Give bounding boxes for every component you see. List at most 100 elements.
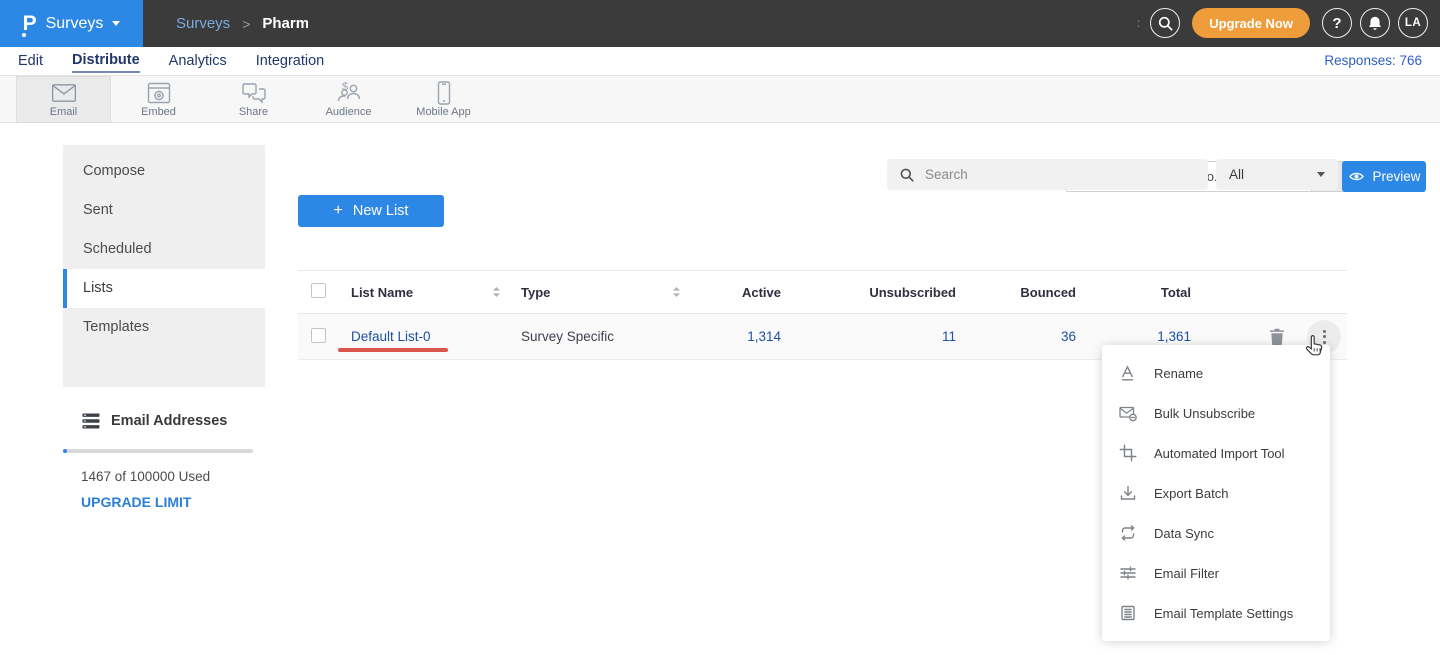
email-addresses-panel: Email Addresses 1467 of 100000 Used UPGR… bbox=[63, 387, 265, 510]
menu-item-export-batch[interactable]: Export Batch bbox=[1102, 473, 1330, 513]
channel-share[interactable]: Share bbox=[206, 76, 301, 123]
menu-item-label: Rename bbox=[1154, 366, 1203, 381]
upgrade-now-button[interactable]: Upgrade Now bbox=[1192, 8, 1310, 38]
unsubscribed-count[interactable]: 11 bbox=[781, 329, 956, 344]
avatar[interactable]: LA bbox=[1398, 8, 1428, 38]
help-button[interactable]: ? bbox=[1322, 8, 1352, 38]
preview-button[interactable]: Preview bbox=[1342, 161, 1426, 192]
search-icon bbox=[898, 166, 916, 184]
menu-item-email-filter[interactable]: Email Filter bbox=[1102, 553, 1330, 593]
list-name-link[interactable]: Default List-0 bbox=[351, 329, 431, 344]
breadcrumb-survey-name: Pharma bbox=[262, 15, 308, 32]
automated-import-icon bbox=[1119, 444, 1137, 462]
email-addresses-title: Email Addresses bbox=[111, 413, 227, 429]
tab-distribute[interactable]: Distribute bbox=[72, 50, 140, 73]
header-type: Type bbox=[521, 285, 550, 300]
product-switcher[interactable]: P Surveys bbox=[0, 0, 143, 47]
new-list-button[interactable]: + New List bbox=[298, 195, 444, 227]
channel-audience[interactable]: $ Audience bbox=[301, 76, 396, 123]
search-icon bbox=[1156, 14, 1174, 32]
channel-mobile-label: Mobile App bbox=[416, 106, 470, 118]
channel-audience-label: Audience bbox=[326, 106, 372, 118]
menu-item-label: Data Sync bbox=[1154, 526, 1214, 541]
email-icon bbox=[50, 81, 78, 105]
menu-item-label: Bulk Unsubscribe bbox=[1154, 406, 1255, 421]
tab-integration[interactable]: Integration bbox=[256, 51, 325, 72]
menu-item-data-sync[interactable]: Data Sync bbox=[1102, 513, 1330, 553]
rename-icon bbox=[1119, 364, 1137, 382]
channel-mobile-app[interactable]: Mobile App bbox=[396, 76, 491, 123]
channel-embed-label: Embed bbox=[141, 106, 176, 118]
menu-item-label: Email Template Settings bbox=[1154, 606, 1293, 621]
truncated-text: : bbox=[1137, 16, 1140, 30]
sort-icon[interactable] bbox=[667, 283, 685, 301]
header-unsubscribed: Unsubscribed bbox=[781, 285, 956, 300]
sidebar-item-compose[interactable]: Compose bbox=[63, 152, 265, 191]
distribute-toolbar: Email Embed Share bbox=[0, 76, 1440, 123]
filter-dropdown[interactable]: All bbox=[1216, 159, 1338, 190]
plus-icon: + bbox=[334, 202, 343, 220]
email-usage-progress-fill bbox=[63, 449, 67, 453]
share-icon bbox=[240, 81, 268, 105]
kebab-icon bbox=[1323, 330, 1326, 333]
export-batch-icon bbox=[1119, 484, 1137, 502]
breadcrumb: Surveys > Pharma bbox=[176, 0, 308, 47]
email-usage-progressbar bbox=[63, 449, 253, 453]
sidebar-item-sent[interactable]: Sent bbox=[63, 191, 265, 230]
sort-icon[interactable] bbox=[487, 283, 505, 301]
delete-list-button[interactable] bbox=[1269, 328, 1285, 346]
data-sync-icon bbox=[1119, 524, 1137, 542]
new-list-button-label: New List bbox=[353, 203, 409, 219]
email-filter-icon bbox=[1119, 564, 1137, 582]
responses-count[interactable]: Responses: 766 bbox=[1324, 53, 1422, 68]
trash-icon bbox=[1269, 328, 1285, 346]
tab-analytics[interactable]: Analytics bbox=[169, 51, 227, 72]
search-button[interactable] bbox=[1150, 8, 1180, 38]
menu-item-automated-import[interactable]: Automated Import Tool bbox=[1102, 433, 1330, 473]
breadcrumb-surveys-link[interactable]: Surveys bbox=[176, 15, 230, 32]
preview-button-label: Preview bbox=[1372, 169, 1420, 184]
header-bounced: Bounced bbox=[956, 285, 1076, 300]
channel-share-label: Share bbox=[239, 106, 268, 118]
row-checkbox[interactable] bbox=[311, 328, 326, 343]
total-count[interactable]: 1,361 bbox=[1076, 329, 1191, 344]
menu-item-rename[interactable]: Rename bbox=[1102, 353, 1330, 393]
menu-item-label: Automated Import Tool bbox=[1154, 446, 1285, 461]
tab-edit[interactable]: Edit bbox=[18, 51, 43, 72]
sidebar-item-scheduled[interactable]: Scheduled bbox=[63, 230, 265, 269]
caret-down-icon bbox=[112, 21, 120, 26]
upgrade-limit-link[interactable]: UPGRADE LIMIT bbox=[81, 494, 253, 510]
menu-item-label: Export Batch bbox=[1154, 486, 1228, 501]
active-count[interactable]: 1,314 bbox=[701, 329, 781, 344]
product-switcher-label: Surveys bbox=[46, 15, 104, 33]
email-template-settings-icon bbox=[1119, 604, 1137, 622]
list-actions-menu: Rename Bulk Unsubscribe Automated Import… bbox=[1102, 345, 1330, 641]
mobile-icon bbox=[430, 81, 458, 105]
bounced-count[interactable]: 36 bbox=[956, 329, 1076, 344]
list-search-box bbox=[887, 159, 1208, 190]
menu-item-email-template-settings[interactable]: Email Template Settings bbox=[1102, 593, 1330, 633]
filter-dropdown-value: All bbox=[1229, 167, 1244, 182]
notifications-button[interactable] bbox=[1360, 8, 1390, 38]
channel-embed[interactable]: Embed bbox=[111, 76, 206, 123]
questionpro-logo-icon: P bbox=[23, 13, 37, 34]
survey-subnav: Edit Distribute Analytics Integration Re… bbox=[0, 47, 1440, 76]
email-usage-text: 1467 of 100000 Used bbox=[81, 469, 253, 484]
table-header-row: List Name Type Active Unsubscribed Bounc… bbox=[298, 270, 1347, 314]
top-navbar: P Surveys Surveys > Pharma : Upgrade Now… bbox=[0, 0, 1440, 47]
header-list-name: List Name bbox=[351, 285, 413, 300]
sidebar-item-templates[interactable]: Templates bbox=[63, 308, 265, 347]
select-all-checkbox[interactable] bbox=[311, 283, 326, 298]
audience-icon: $ bbox=[335, 81, 363, 105]
menu-item-bulk-unsubscribe[interactable]: Bulk Unsubscribe bbox=[1102, 393, 1330, 433]
search-input[interactable] bbox=[925, 167, 1197, 182]
list-bars-icon bbox=[81, 413, 101, 429]
list-name-text: Default List-0 bbox=[351, 329, 431, 344]
sidebar-item-lists[interactable]: Lists bbox=[63, 269, 265, 308]
email-sidebar: Compose Sent Scheduled Lists Templates E… bbox=[63, 145, 265, 510]
header-active: Active bbox=[701, 285, 781, 300]
list-type: Survey Specific bbox=[521, 329, 614, 344]
bulk-unsubscribe-icon bbox=[1119, 404, 1137, 422]
red-annotation-underline bbox=[338, 348, 448, 352]
channel-email[interactable]: Email bbox=[16, 76, 111, 123]
